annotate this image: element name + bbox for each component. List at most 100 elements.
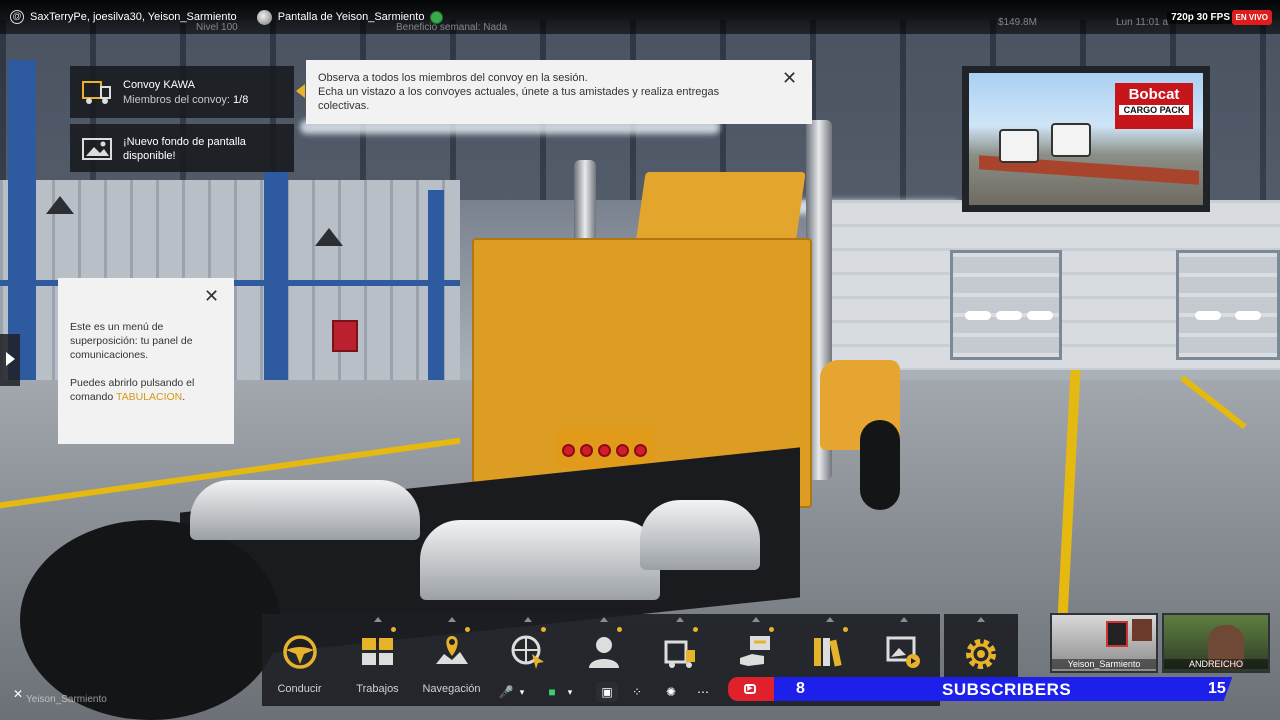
- truck-fender: [190, 480, 420, 540]
- books-icon: [814, 638, 842, 667]
- caret-up-icon: [448, 617, 456, 622]
- cargo-boxes-icon: [362, 638, 393, 665]
- menu-drive-button[interactable]: Conducir: [262, 614, 337, 706]
- caret-up-icon: [752, 617, 760, 622]
- close-icon[interactable]: ✕: [782, 69, 797, 87]
- settings-button[interactable]: [944, 614, 1018, 684]
- online-globe-icon: [511, 635, 544, 669]
- caret-up-icon: [900, 617, 908, 622]
- stream-top-bar: @ SaxTerryPe, joesilva30, Yeison_Sarmien…: [0, 0, 1280, 34]
- brand-name: Bobcat: [1128, 86, 1180, 103]
- menu-label: Navegación: [422, 683, 481, 695]
- map-pin-icon: [436, 636, 468, 664]
- tail-light: [634, 444, 647, 457]
- notification-dot: [769, 627, 774, 632]
- chevron-right-icon: [6, 352, 15, 366]
- resolution-badge: 720p 30 FPS: [1167, 11, 1234, 24]
- bobcat-logo: Bobcat CARGO PACK: [1115, 83, 1193, 129]
- gallery-icon: [886, 636, 920, 668]
- subscriber-goal-bar: ▶ 8 SUBSCRIBERS 15: [728, 677, 1258, 701]
- menu-label: Trabajos: [356, 683, 399, 695]
- steering-wheel-icon: [283, 635, 317, 669]
- skid-loader: [999, 129, 1039, 163]
- activities-icon[interactable]: ⁘: [626, 682, 648, 702]
- product-name: CARGO PACK: [1119, 105, 1189, 115]
- webcam-name: ANDREICHO: [1164, 659, 1268, 669]
- tail-light: [580, 444, 593, 457]
- tail-light: [616, 444, 629, 457]
- chevron-down-icon[interactable]: ▾: [516, 682, 528, 702]
- notification-dot: [465, 627, 470, 632]
- hint-line: Echa un vistazo a los convoyes actuales,…: [318, 86, 720, 98]
- overlay-expand-tab[interactable]: [0, 334, 20, 386]
- convoy-members-label: Miembros del convoy:: [123, 94, 234, 106]
- image-icon: [82, 138, 112, 160]
- youtube-icon: ▶: [744, 684, 756, 694]
- microphone-icon[interactable]: 🎤: [496, 682, 516, 702]
- gear-icon: [966, 639, 996, 669]
- convoy-hint-panel: Observa a todos los miembros del convoy …: [306, 60, 812, 124]
- truck-tire: [20, 520, 280, 720]
- dlc-advertisement[interactable]: Bobcat CARGO PACK: [962, 66, 1210, 212]
- subscriber-goal: 15: [1208, 680, 1226, 697]
- caret-up-icon: [826, 617, 834, 622]
- tutorial-line: superposición: tu panel de: [70, 335, 193, 347]
- tutorial-line: Este es un menú de: [70, 321, 164, 333]
- avatar: [256, 9, 272, 25]
- convoy-members-count: 1/8: [233, 94, 249, 106]
- live-badge: EN VIVO: [1231, 10, 1272, 25]
- convoy-title: Convoy KAWA: [123, 79, 195, 91]
- notification-dot: [693, 627, 698, 632]
- hint-line: colectivas.: [318, 100, 370, 112]
- menu-label: Conducir: [277, 683, 322, 695]
- notification-dot: [391, 627, 396, 632]
- notification-dot: [617, 627, 622, 632]
- caret-up-icon: [524, 617, 532, 622]
- garage-door: [1176, 250, 1280, 360]
- truck-tire: [860, 420, 900, 510]
- pointer-arrow-icon: [296, 84, 305, 98]
- dlc-image: Bobcat CARGO PACK: [969, 73, 1203, 205]
- close-icon[interactable]: ✕: [204, 287, 219, 305]
- presenter-name: Yeison_Sarmiento: [26, 694, 107, 705]
- weekly-benefit: Beneficio semanal: Nada: [396, 22, 508, 33]
- notification-dot: [843, 627, 848, 632]
- hint-line: Observa a todos los miembros del convoy …: [318, 72, 588, 84]
- more-options-icon[interactable]: ⋯: [692, 682, 714, 702]
- menu-jobs-button[interactable]: Trabajos: [340, 614, 415, 706]
- convoy-notification[interactable]: Convoy KAWA Miembros del convoy: 1/8: [70, 66, 294, 118]
- camera-icon[interactable]: ■: [542, 682, 562, 702]
- webcam-tile[interactable]: ANDREICHO: [1162, 613, 1270, 673]
- caret-up-icon: [977, 617, 985, 622]
- skid-loader: [1051, 123, 1091, 157]
- chevron-down-icon[interactable]: ▾: [564, 682, 576, 702]
- leave-call-button[interactable]: ▶: [728, 677, 774, 701]
- tutorial-paragraph: Puedes abrirlo pulsando el comando TABUL…: [70, 376, 222, 404]
- tutorial-line: comando: [70, 391, 116, 403]
- webcam-tile[interactable]: Yeison_Sarmiento: [1050, 613, 1158, 673]
- soundboard-icon[interactable]: ✺: [660, 682, 682, 702]
- menu-navigation-button[interactable]: Navegación: [414, 614, 489, 706]
- garage-door: [950, 250, 1062, 360]
- game-clock: Lun 11:01 a: [1116, 17, 1169, 28]
- fire-extinguisher-box: [332, 320, 358, 352]
- trading-icon: [740, 636, 770, 666]
- wallpaper-title: ¡Nuevo fondo de pantalla: [123, 136, 246, 148]
- tab-keyword: TABULACION: [115, 391, 183, 403]
- wallpaper-notification[interactable]: ¡Nuevo fondo de pantalla disponible!: [70, 124, 294, 172]
- ceiling-lamp: [315, 228, 343, 246]
- screen-share-icon[interactable]: ▣: [596, 682, 618, 702]
- tutorial-line: comunicaciones.: [70, 349, 149, 361]
- player-level: Nivel 100: [196, 22, 238, 33]
- money-readout: $149.8M: [998, 17, 1037, 28]
- profile-icon: [589, 637, 619, 668]
- truck-fender: [640, 500, 760, 570]
- subscriber-count: 8: [796, 680, 805, 697]
- ceiling-lamp: [46, 196, 74, 214]
- overlay-tutorial-panel: ✕ Este es un menú de superposición: tu p…: [58, 278, 234, 444]
- poster-image: [1106, 621, 1128, 647]
- tutorial-line: .: [182, 391, 186, 403]
- collapse-icon[interactable]: ✕: [10, 684, 26, 704]
- caret-up-icon: [600, 617, 608, 622]
- truck-garage-icon: [664, 640, 695, 668]
